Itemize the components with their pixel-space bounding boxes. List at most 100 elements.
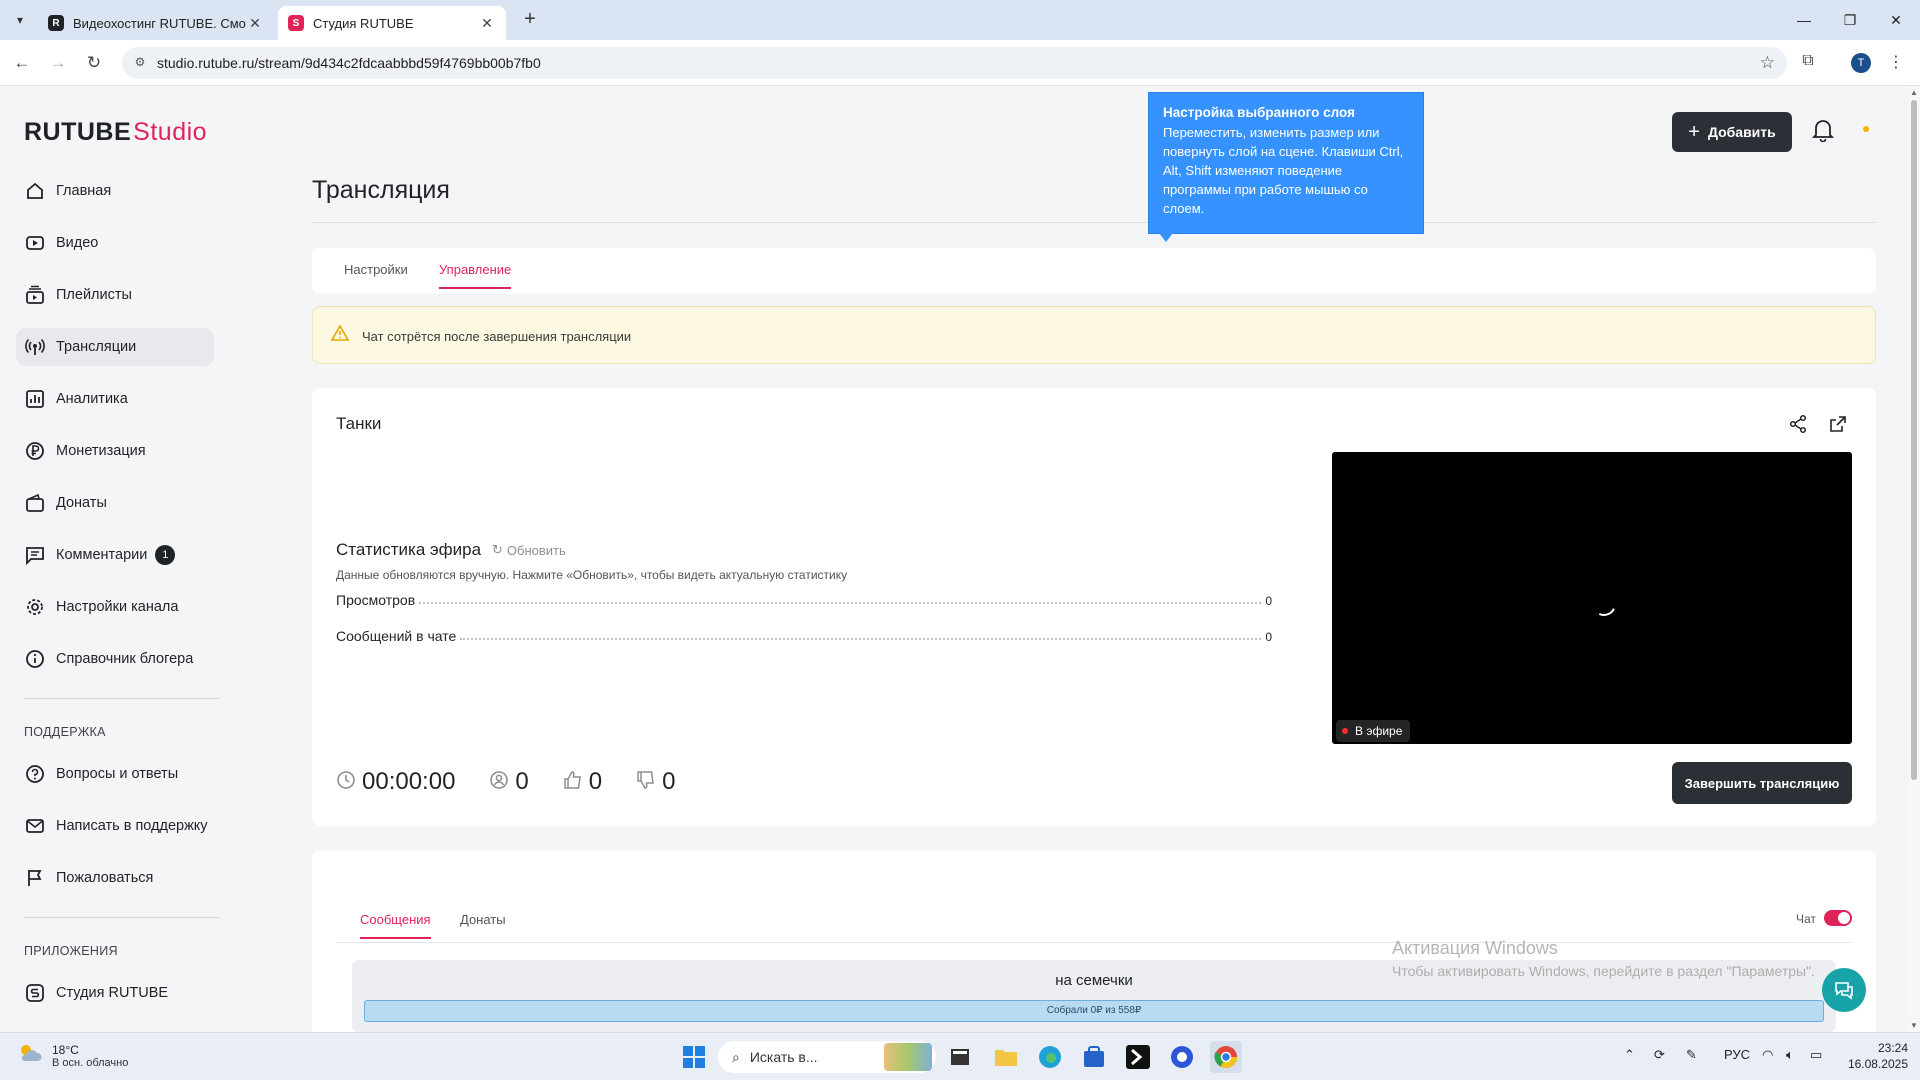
analytics-icon (24, 388, 46, 410)
open-external-icon[interactable] (1828, 414, 1848, 439)
flag-icon (24, 867, 46, 889)
sidebar-item-channel-settings[interactable]: Настройки канала (16, 588, 214, 626)
playlist-icon (24, 284, 46, 306)
sidebar-item-label: Написать в поддержку (56, 818, 208, 834)
scroll-up-icon[interactable]: ▲ (1910, 88, 1918, 97)
browser-toolbar: ← → ↻ ⚙ studio.rutube.ru/stream/9d434c2f… (0, 40, 1920, 86)
sidebar-item-label: Трансляции (56, 339, 137, 355)
sidebar-item-broadcasts[interactable]: Трансляции (16, 328, 214, 366)
sidebar-item-donates[interactable]: Донаты (16, 484, 214, 522)
battery-icon[interactable]: ▭ (1810, 1047, 1822, 1063)
tab-manage[interactable]: Управление (439, 262, 512, 289)
tray-overflow-icon[interactable]: ⌃ (1624, 1047, 1635, 1063)
goal-progress-bar: Собрали 0₽ из 558₽ (364, 1000, 1824, 1022)
sidebar-item-playlists[interactable]: Плейлисты (16, 276, 214, 314)
stats-title: Статистика эфира (336, 540, 482, 559)
sidebar-item-label: Комментарии (56, 547, 148, 563)
browser-menu-icon[interactable]: ⋮ (1886, 52, 1906, 74)
rutube-favicon-icon: R (48, 15, 64, 31)
sidebar-item-studio-app[interactable]: Студия RUTUBE (16, 974, 214, 1012)
chat-toggle[interactable] (1824, 910, 1852, 926)
profile-avatar[interactable]: T (1851, 53, 1871, 73)
stat-row-messages: Сообщений в чате 0 (336, 624, 1272, 644)
browser-tab-rutube[interactable]: R Видеохостинг RUTUBE. Смотр... ✕ (38, 6, 274, 40)
refresh-button[interactable]: ↻ Обновить (492, 542, 566, 558)
support-chat-button[interactable] (1822, 968, 1866, 1012)
sidebar-item-monetization[interactable]: Монетизация (16, 432, 214, 470)
file-explorer-icon[interactable] (990, 1041, 1022, 1073)
loading-spinner-icon (1588, 588, 1620, 620)
system-clock[interactable]: 23:24 16.08.2025 (1844, 1040, 1908, 1072)
bell-icon[interactable] (1811, 118, 1835, 147)
volume-icon[interactable]: 🔈︎ (1786, 1047, 1794, 1063)
watermark-line2: Чтобы активировать Windows, перейдите в … (1392, 963, 1815, 979)
close-tab-icon[interactable]: ✕ (246, 15, 264, 32)
task-view-icon[interactable] (944, 1041, 976, 1073)
stream-preview-player[interactable]: В эфире (1332, 452, 1852, 744)
thumbs-up-icon (563, 770, 583, 795)
scrollbar-thumb[interactable] (1911, 100, 1917, 780)
end-stream-button[interactable]: Завершить трансляцию (1672, 762, 1852, 804)
sidebar-item-faq[interactable]: Вопросы и ответы (16, 755, 214, 793)
tab-donates[interactable]: Донаты (460, 912, 506, 927)
bookmark-star-icon[interactable]: ☆ (1760, 53, 1775, 73)
forward-icon[interactable]: → (47, 52, 69, 74)
sidebar-item-label: Студия RUTUBE (56, 985, 169, 1001)
viewers-value: 0 (515, 768, 529, 795)
page-scrollbar[interactable]: ▲ ▼ (1908, 86, 1920, 1032)
pen-icon[interactable]: ✎ (1686, 1047, 1697, 1063)
user-avatar[interactable]: ● (1862, 120, 1870, 136)
studio-favicon-icon: S (288, 15, 304, 31)
url-text[interactable]: studio.rutube.ru/stream/9d434c2fdcaabbbd… (157, 55, 541, 71)
broadcast-icon (24, 336, 46, 358)
rutube-studio-logo[interactable]: RUTUBEStudio (24, 118, 207, 147)
store-icon[interactable] (1078, 1041, 1110, 1073)
windows-start-icon[interactable] (678, 1041, 710, 1073)
sync-icon[interactable]: ⟳ (1654, 1047, 1665, 1063)
tooltip-title: Настройка выбранного слоя (1163, 105, 1355, 120)
tab-search-icon[interactable]: ▾ (8, 9, 32, 31)
language-indicator[interactable]: РУС (1724, 1047, 1750, 1062)
new-tab-button[interactable]: + (518, 8, 542, 32)
site-info-icon[interactable]: ⚙ (132, 55, 148, 71)
tab-settings[interactable]: Настройки (344, 262, 408, 277)
share-icon[interactable] (1788, 414, 1808, 439)
dotted-leader (419, 602, 1262, 604)
obs-studio-icon[interactable] (1166, 1041, 1198, 1073)
sidebar-item-write-support[interactable]: Написать в поддержку (16, 807, 214, 845)
sidebar-item-home[interactable]: Главная (16, 172, 214, 210)
watermark-line1: Активация Windows (1392, 938, 1558, 958)
back-icon[interactable]: ← (11, 52, 33, 74)
close-window-button[interactable]: ✕ (1876, 8, 1916, 32)
scroll-down-icon[interactable]: ▼ (1910, 1021, 1918, 1030)
restore-button[interactable]: ❐ (1830, 8, 1870, 32)
weather-widget[interactable]: 18°C В осн. облачно (16, 1041, 128, 1070)
tab-messages[interactable]: Сообщения (360, 912, 431, 939)
tooltip-pointer (1159, 233, 1173, 242)
browser-tab-bar: ▾ R Видеохостинг RUTUBE. Смотр... ✕ S Ст… (0, 0, 1920, 40)
stat-value: 0 (1265, 594, 1272, 608)
browser-tab-studio[interactable]: S Студия RUTUBE ✕ (278, 6, 506, 40)
live-dot-icon (1342, 728, 1348, 734)
windows-taskbar: 18°C В осн. облачно ⌕ Искать в... ⌃ ⟳ ✎ … (0, 1032, 1920, 1080)
reload-icon[interactable]: ↻ (83, 52, 105, 74)
sidebar-item-video[interactable]: Видео (16, 224, 214, 262)
video-icon (24, 232, 46, 254)
extensions-icon[interactable]: ⧉ (1797, 52, 1819, 74)
address-bar[interactable]: ⚙ studio.rutube.ru/stream/9d434c2fdcaabb… (122, 47, 1787, 79)
sidebar-item-analytics[interactable]: Аналитика (16, 380, 214, 418)
wifi-icon[interactable]: ◠ (1762, 1047, 1773, 1063)
stream-tabs: Настройки Управление (312, 248, 1876, 294)
terminal-app-icon[interactable] (1122, 1041, 1154, 1073)
chat-toggle-label: Чат (1796, 912, 1816, 926)
sidebar-item-comments[interactable]: Комментарии 1 (16, 536, 214, 574)
close-tab-icon[interactable]: ✕ (478, 15, 496, 32)
sidebar-item-report[interactable]: Пожаловаться (16, 859, 214, 897)
minimize-button[interactable]: — (1784, 8, 1824, 32)
search-placeholder: Искать в... (749, 1049, 818, 1065)
add-button[interactable]: + Добавить (1672, 112, 1792, 152)
edge-browser-icon[interactable] (1034, 1041, 1066, 1073)
toggle-knob (1838, 912, 1850, 924)
chrome-browser-icon[interactable] (1210, 1041, 1242, 1073)
sidebar-item-blogger-guide[interactable]: Справочник блогера (16, 640, 214, 678)
